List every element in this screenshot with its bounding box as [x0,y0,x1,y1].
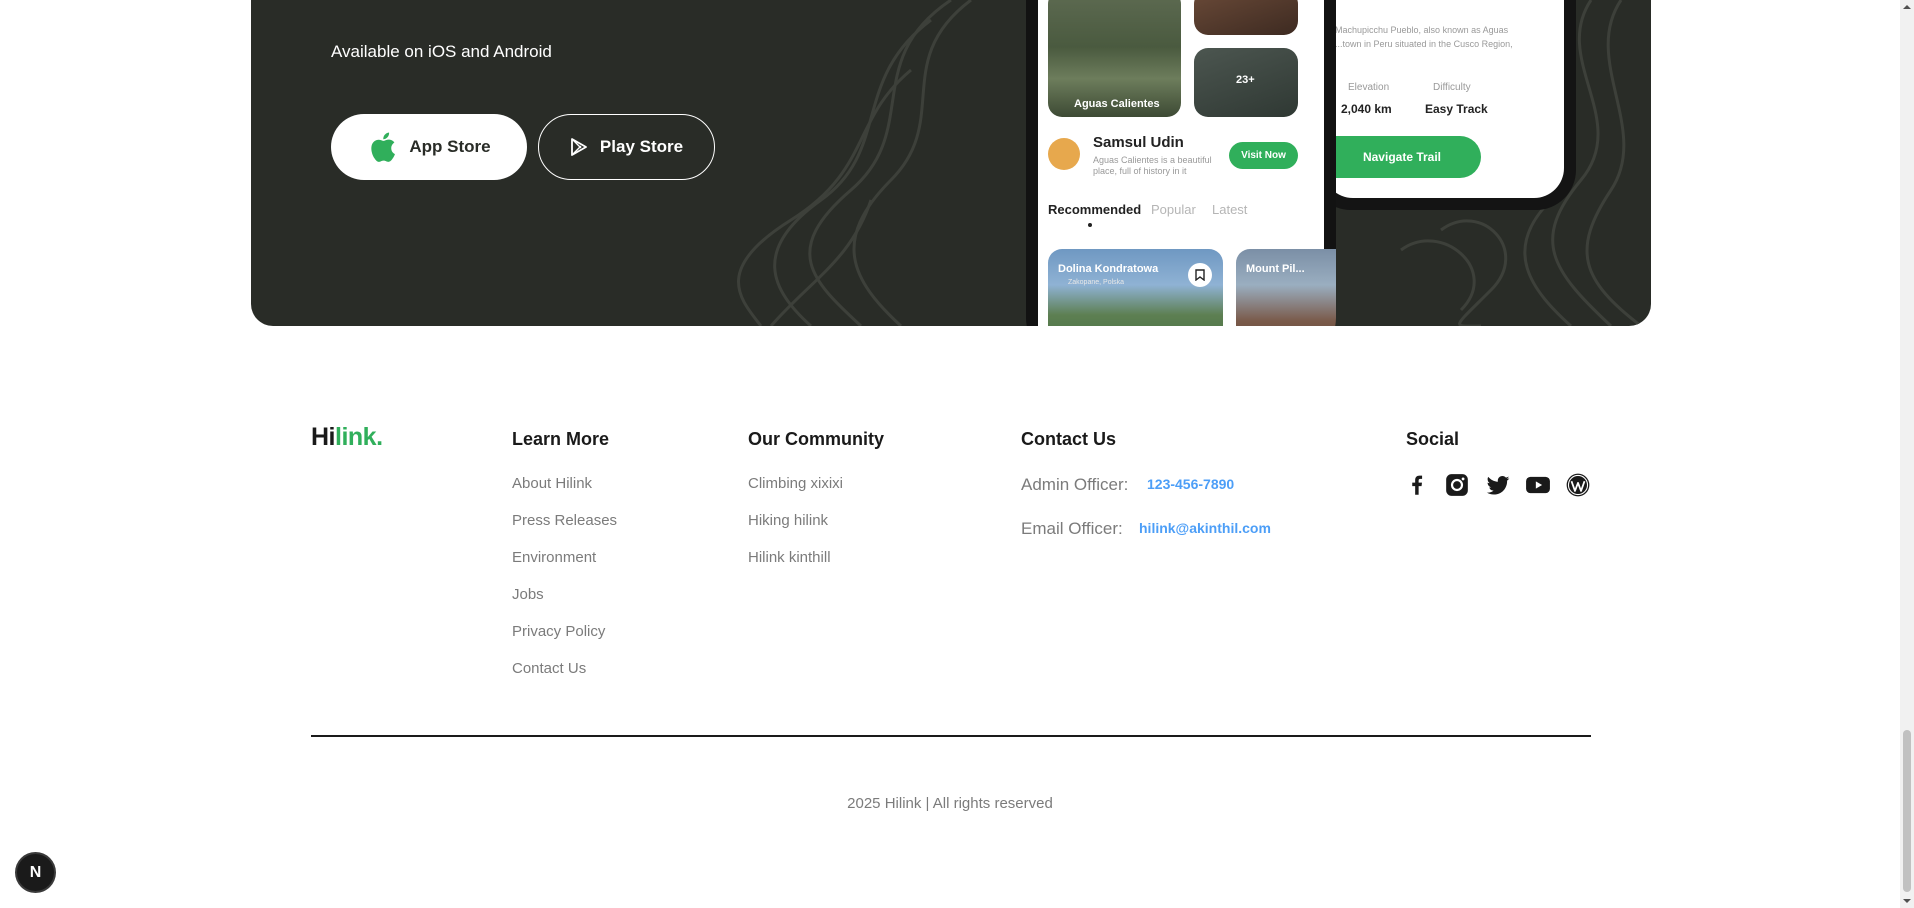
user-description: Aguas Calientes is a beautiful [1093,155,1212,165]
logo-text-dark: Hi [311,423,336,451]
scrollbar-thumb[interactable] [1903,730,1911,892]
active-tab-dot [1088,223,1092,227]
phone-home-screen: Aguas Calientes 23+ Samsul Udin Aguas Ca… [1038,0,1336,326]
scroll-up-icon[interactable] [1903,3,1911,11]
trail-card-title: Dolina Kondratowa [1058,263,1159,275]
admin-officer-label: Admin Officer: [1021,475,1129,494]
trail-card: Dolina Kondratowa Zakopane, Polska [1048,249,1223,326]
community-heading: Our Community [748,429,885,449]
canyon-tile [1194,0,1298,35]
user-name: Samsul Udin [1093,134,1184,151]
footer-divider [311,735,1591,737]
more-photos-count: 23+ [1236,74,1255,86]
youtube-icon[interactable] [1525,472,1551,498]
admin-phone-link[interactable]: 123-456-7890 [1147,476,1234,492]
trail-card-title: Mount Pil... [1246,263,1305,275]
elevation-label: Elevation [1348,82,1390,93]
link-contact-us[interactable]: Contact Us [512,660,586,677]
trail-card-location: Zakopane, Polska [1068,279,1125,286]
wordpress-icon[interactable] [1565,472,1591,498]
email-officer-label: Email Officer: [1021,519,1123,538]
play-store-button[interactable]: Play Store [538,114,715,180]
copyright-text: 2025 Hilink | All rights reserved [847,795,1053,812]
more-photos-tile: 23+ [1194,48,1298,117]
difficulty-label: Difficulty [1433,82,1471,93]
email-link[interactable]: hilink@akinthil.com [1139,520,1271,536]
link-press-releases[interactable]: Press Releases [512,512,617,529]
tab-recommended: Recommended [1048,202,1142,217]
difficulty-value: Easy Track [1425,102,1488,116]
facebook-icon[interactable] [1404,472,1430,498]
link-climbing[interactable]: Climbing xixixi [748,475,843,492]
availability-text: Available on iOS and Android [331,42,552,61]
logo-text-green: link. [335,423,383,451]
page-scrollbar[interactable] [1900,0,1914,908]
detail-description-line: Machupicchu Pueblo, also known as Aguas [1335,25,1509,35]
link-about-hilink[interactable]: About Hilink [512,475,592,492]
learn-more-heading: Learn More [512,429,610,449]
link-kinthill[interactable]: Hilink kinthill [748,549,831,566]
nextjs-dev-badge[interactable]: N [17,854,54,891]
trail-card: Mount Pil... [1236,249,1336,326]
link-environment[interactable]: Environment [512,549,596,566]
twitter-icon[interactable] [1485,472,1511,498]
hilink-logo[interactable]: Hilink. [311,423,383,452]
scroll-down-icon[interactable] [1903,897,1911,905]
play-store-label: Play Store [599,137,684,156]
elevation-value: 2,040 km [1341,102,1392,116]
tab-latest: Latest [1212,202,1248,217]
bookmark-icon [1188,263,1212,287]
phone-mockup-detail: Machupicchu Pueblo, also known as Aguas … [1311,0,1576,210]
aguas-calientes-tile: Aguas Calientes [1048,0,1181,117]
social-heading: Social [1406,429,1460,449]
play-store-icon [571,138,587,156]
download-banner: Available on iOS and Android App Store P… [251,0,1651,326]
tab-popular: Popular [1151,202,1196,217]
detail-description-line: ...town in Peru situated in the Cusco Re… [1335,39,1513,49]
app-store-label: App Store [409,137,491,156]
contact-heading: Contact Us [1021,429,1117,449]
visit-now-button: Visit Now [1229,142,1298,169]
link-hiking[interactable]: Hiking hilink [748,512,828,529]
tile-label: Aguas Calientes [1074,98,1160,110]
phone-detail-screen: Machupicchu Pueblo, also known as Aguas … [1323,0,1564,198]
link-jobs[interactable]: Jobs [512,586,544,603]
link-privacy-policy[interactable]: Privacy Policy [512,623,605,640]
apple-icon [371,132,396,162]
instagram-icon[interactable] [1444,472,1470,498]
user-avatar [1048,138,1080,170]
user-description: place, full of history in it [1093,166,1187,176]
navigate-trail-button: Navigate Trail [1323,136,1481,178]
phone-mockup-home: Aguas Calientes 23+ Samsul Udin Aguas Ca… [1026,0,1336,326]
app-store-button[interactable]: App Store [331,114,527,180]
